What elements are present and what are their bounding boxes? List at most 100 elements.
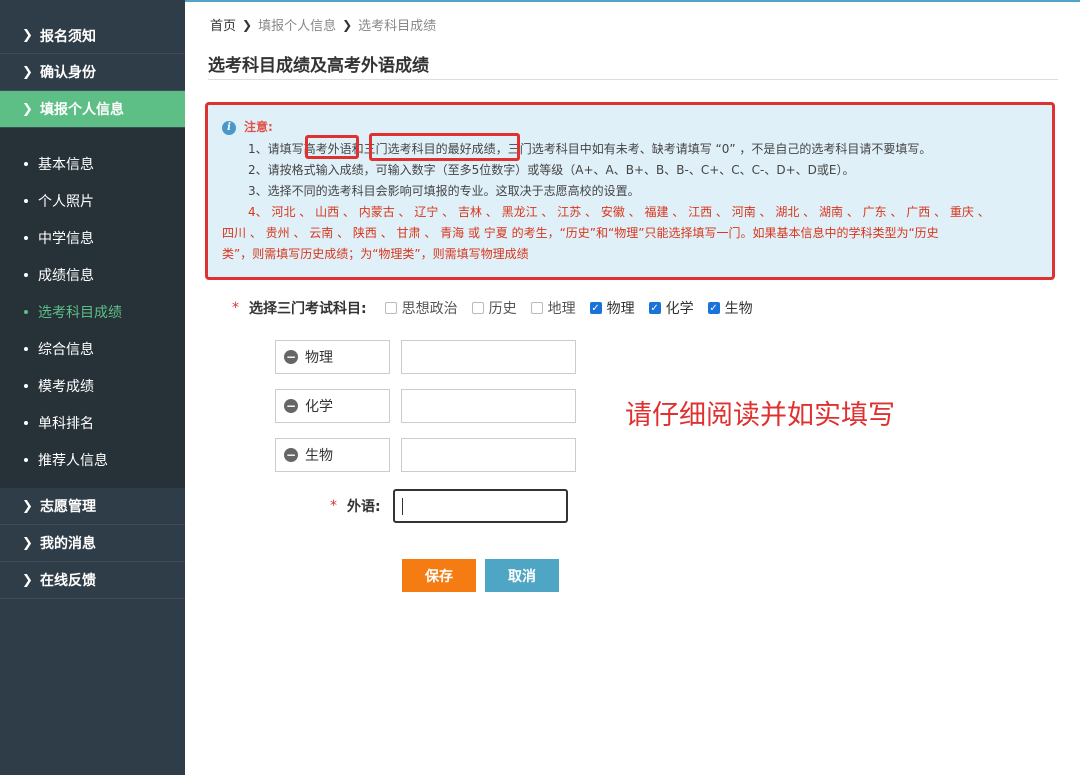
sidebar-item-label: 填报个人信息 [40, 102, 124, 118]
chevron-right-icon: ❯ [22, 498, 33, 514]
chevron-right-icon: ❯ [242, 17, 253, 32]
sidebar-subitem-label: 基本信息 [38, 156, 94, 173]
checkbox-icon [530, 302, 543, 314]
sidebar-subitem-comprehensive-info[interactable]: 综合信息 [0, 330, 185, 367]
notice-box: i 注意: 1、请填写高考外语和三门选考科目的最好成绩，三门选考科目中如有未考、… [205, 102, 1055, 280]
breadcrumb-home[interactable]: 首页 [210, 15, 236, 34]
bullet-icon [24, 161, 28, 166]
sidebar-item-label: 确认身份 [40, 65, 96, 81]
bullet-icon [24, 420, 28, 425]
breadcrumb: 首页 ❯ 填报个人信息 ❯ 选考科目成绩 [210, 15, 437, 35]
sidebar-subitem-elective-scores[interactable]: 选考科目成绩 [0, 293, 185, 330]
check-icon: ✓ [589, 302, 602, 314]
sidebar-subitem-grades[interactable]: 成绩信息 [0, 256, 185, 293]
subject-select-row: * 选择三门考试科目: 思想政治 历史 地理 ✓ 物理 ✓ 化学 ✓ 生物 [232, 298, 767, 318]
sidebar-submenu: 基本信息 个人照片 中学信息 成绩信息 选考科目成绩 综合信息 模考成绩 单科排… [0, 128, 185, 488]
minus-circle-icon[interactable]: − [284, 399, 298, 413]
score-row-biology: − 生物 [275, 438, 576, 472]
sidebar-subitem-mock-exam[interactable]: 模考成绩 [0, 367, 185, 404]
sidebar-item-label: 志愿管理 [40, 499, 96, 515]
sidebar-subitem-photo[interactable]: 个人照片 [0, 182, 185, 219]
minus-circle-icon[interactable]: − [284, 448, 298, 462]
cancel-button[interactable]: 取消 [485, 559, 559, 592]
notice-text: 1、请填写 [248, 142, 304, 156]
text-caret [401, 498, 403, 515]
notice-line-4: 4、 河北 、 山西 、 内蒙古 、 辽宁 、 吉林 、 黑龙江 、 江苏 、 … [248, 205, 990, 219]
chevron-right-icon: ❯ [22, 535, 33, 551]
sidebar-subitem-basic-info[interactable]: 基本信息 [0, 145, 185, 182]
checkbox-icon [384, 302, 397, 314]
checkbox-label: 生物 [724, 301, 753, 317]
chevron-right-icon: ❯ [22, 572, 33, 588]
notice-line-3: 3、选择不同的选考科目会影响可填报的专业。这取决于志愿高校的设置。 [248, 184, 640, 198]
foreign-language-input[interactable] [392, 489, 568, 523]
check-icon: ✓ [707, 302, 720, 314]
page-title: 选考科目成绩及高考外语成绩 [208, 56, 429, 76]
chevron-right-icon: ❯ [22, 28, 33, 43]
checkbox-politics[interactable]: 思想政治 [384, 298, 458, 318]
biology-score-input[interactable] [401, 438, 576, 472]
required-mark: * [330, 498, 337, 514]
sidebar-subitem-label: 模考成绩 [38, 378, 94, 395]
chevron-right-icon: ❯ [22, 101, 33, 117]
score-row-chemistry: − 化学 [275, 389, 576, 423]
highlight-box-electives [369, 133, 520, 161]
breadcrumb-current: 选考科目成绩 [358, 19, 437, 34]
top-accent-line [185, 0, 1080, 2]
sidebar-subitem-label: 推荐人信息 [38, 452, 108, 469]
sidebar-item-confirm-identity[interactable]: ❯ 确认身份 [0, 54, 185, 91]
subject-chip-label: 化学 [305, 399, 333, 415]
sidebar-subitem-label: 个人照片 [38, 193, 94, 210]
sidebar-item-registration-notice[interactable]: ❯ 报名须知 [0, 0, 185, 54]
bullet-icon [24, 198, 28, 203]
checkbox-label: 化学 [665, 301, 694, 317]
breadcrumb-level1[interactable]: 填报个人信息 [258, 15, 336, 34]
bullet-icon [24, 235, 28, 240]
bullet-icon [24, 272, 28, 277]
physics-score-input[interactable] [401, 340, 576, 374]
sidebar-item-label: 在线反馈 [40, 573, 96, 589]
foreign-language-row: * 外语: [330, 489, 568, 523]
sidebar-subitem-label: 综合信息 [38, 341, 94, 358]
score-row-physics: − 物理 [275, 340, 576, 374]
sidebar-subitem-referrer[interactable]: 推荐人信息 [0, 441, 185, 478]
subject-select-label: 选择三门考试科目: [249, 301, 367, 317]
notice-line-4-cont: 四川 、 贵州 、 云南 、 陕西 、 甘肃 、 青海 或 宁夏 的考生，“历史… [222, 226, 939, 240]
sidebar: ❯ 报名须知 ❯ 确认身份 ❯ 填报个人信息 基本信息 个人照片 中学信息 成绩… [0, 0, 185, 775]
checkbox-geography[interactable]: 地理 [530, 298, 576, 318]
sidebar-item-my-messages[interactable]: ❯ 我的消息 [0, 525, 185, 562]
bullet-icon [24, 346, 28, 351]
sidebar-item-online-feedback[interactable]: ❯ 在线反馈 [0, 562, 185, 599]
highlight-box-foreign [305, 135, 359, 159]
checkbox-history[interactable]: 历史 [471, 298, 517, 318]
chevron-right-icon: ❯ [342, 17, 353, 32]
sidebar-subitem-label: 选考科目成绩 [38, 304, 122, 321]
save-button[interactable]: 保存 [402, 559, 476, 592]
subject-chip[interactable]: − 生物 [275, 438, 390, 472]
sidebar-item-application-management[interactable]: ❯ 志愿管理 [0, 488, 185, 525]
subject-chip[interactable]: − 物理 [275, 340, 390, 374]
sidebar-subitem-label: 单科排名 [38, 415, 94, 432]
subject-chip[interactable]: − 化学 [275, 389, 390, 423]
notice-text: ，三门选考科目中如有未考、缺考请填写 “0” ，不是自己的选考科目请不要填写。 [495, 142, 932, 156]
check-icon: ✓ [648, 302, 661, 314]
notice-line-2: 2、请按格式输入成绩，可输入数字（至多5位数字）或等级（A+、A、B+、B、B-… [248, 163, 855, 177]
bullet-icon [24, 309, 28, 314]
notice-heading-text: 注意: [244, 120, 273, 134]
checkbox-biology[interactable]: ✓ 生物 [707, 298, 753, 318]
checkbox-label: 思想政治 [401, 301, 458, 317]
chemistry-score-input[interactable] [401, 389, 576, 423]
checkbox-chemistry[interactable]: ✓ 化学 [648, 298, 694, 318]
sidebar-subitem-label: 成绩信息 [38, 267, 94, 284]
sidebar-subitem-subject-rank[interactable]: 单科排名 [0, 404, 185, 441]
bullet-icon [24, 457, 28, 462]
info-icon: i [222, 120, 236, 135]
sidebar-subitem-school-info[interactable]: 中学信息 [0, 219, 185, 256]
checkbox-physics[interactable]: ✓ 物理 [589, 298, 635, 318]
required-mark: * [232, 300, 239, 316]
instruction-tip: 请仔细阅读并如实填写 [625, 400, 895, 431]
sidebar-item-personal-info[interactable]: ❯ 填报个人信息 [0, 91, 185, 128]
notice-line-4-cont2: 类”，则需填写历史成绩；为“物理类”，则需填写物理成绩 [222, 247, 529, 261]
checkbox-label: 地理 [547, 301, 576, 317]
minus-circle-icon[interactable]: − [284, 350, 298, 364]
